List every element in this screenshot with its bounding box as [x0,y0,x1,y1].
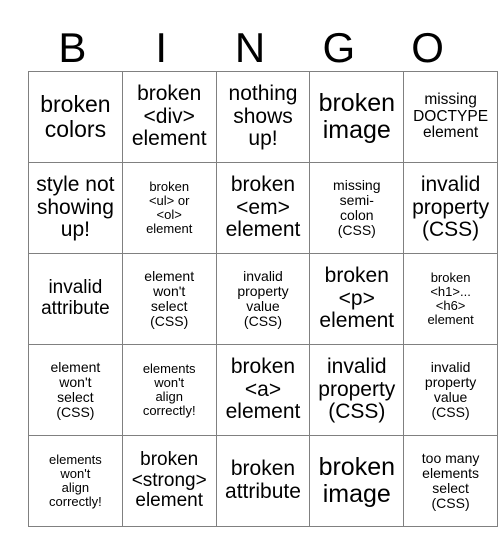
bingo-cell[interactable]: broken <ul> or <ol> element [121,162,217,254]
bingo-cell[interactable]: broken <div> element [121,71,217,163]
bingo-header-letter-n: N [234,24,266,71]
bingo-row: elements won't align correctly! broken <… [28,435,498,527]
bingo-cell-text: invalid property (CSS) [412,172,490,242]
bingo-row: style not showing up! broken <ul> or <ol… [28,162,498,254]
bingo-cell-text: missing DOCTYPE element [413,90,489,142]
bingo-card: B I N G O broken colors broken <div> ele… [28,10,498,527]
bingo-cell[interactable]: element won't select (CSS) [28,344,123,436]
bingo-header-letter-g: G [322,24,356,71]
bingo-cell-text: missing semi- colon (CSS) [333,176,381,239]
bingo-cell-text: nothing shows up! [228,81,298,151]
bingo-cell[interactable]: broken colors [28,71,123,163]
bingo-cell[interactable]: invalid attribute [28,253,123,345]
bingo-cell-text: invalid attribute [41,277,110,319]
bingo-cell[interactable]: too many elements select (CSS) [403,435,498,527]
bingo-cell-text: invalid property (CSS) [318,354,396,424]
bingo-cell[interactable]: invalid property (CSS) [403,162,498,254]
bingo-cell[interactable]: broken <h1>... <h6> element [403,253,498,345]
bingo-header-letter-o: O [411,24,444,71]
bingo-cell[interactable]: elements won't align correctly! [28,435,123,527]
bingo-cell-text: elements won't align correctly! [49,451,102,510]
bingo-cell[interactable]: broken image [309,435,405,527]
bingo-cell[interactable]: broken <a> element [215,344,311,436]
bingo-row: invalid attribute element won't select (… [28,253,498,345]
bingo-header: B I N G O [28,10,472,71]
bingo-cell-text: style not showing up! [36,172,115,242]
bingo-cell-text: invalid property value (CSS) [237,267,289,330]
bingo-cell-text: broken colors [40,91,111,142]
bingo-cell[interactable]: element won't select (CSS) [121,253,217,345]
bingo-cell-text: element won't select (CSS) [144,267,195,330]
bingo-header-letter-b: B [58,24,87,71]
bingo-cell[interactable]: style not showing up! [28,162,123,254]
bingo-cell[interactable]: invalid property value (CSS) [215,253,311,345]
bingo-cell-text: broken <p> element [319,263,395,333]
bingo-cell-text: broken <em> element [225,172,301,242]
bingo-row: element won't select (CSS) elements won'… [28,344,498,436]
bingo-cell[interactable]: invalid property value (CSS) [403,344,498,436]
bingo-cell[interactable]: broken <strong> element [121,435,217,527]
bingo-cell-text: elements won't align correctly! [142,360,196,419]
bingo-cell-text: broken <strong> element [131,449,207,512]
bingo-cell-text: broken <h1>... <h6> element [427,269,474,328]
bingo-cell-text: broken image [318,453,396,508]
bingo-header-letter-i: I [155,24,168,71]
bingo-cell[interactable]: broken attribute [215,435,311,527]
bingo-cell-text: too many elements select (CSS) [421,449,480,512]
bingo-grid: broken colors broken <div> element nothi… [28,71,498,527]
bingo-cell-text: broken attribute [225,457,301,503]
bingo-cell-text: broken <ul> or <ol> element [146,178,193,237]
bingo-row: broken colors broken <div> element nothi… [28,71,498,163]
bingo-cell[interactable]: nothing shows up! [215,71,311,163]
bingo-cell[interactable]: missing semi- colon (CSS) [309,162,405,254]
bingo-cell[interactable]: broken image [309,71,405,163]
bingo-cell[interactable]: broken <em> element [215,162,311,254]
bingo-cell-text: broken <div> element [131,81,207,151]
bingo-cell[interactable]: broken <p> element [309,253,405,345]
bingo-cell-text: broken image [318,89,396,144]
bingo-cell-text: invalid property value (CSS) [424,358,477,421]
bingo-cell[interactable]: invalid property (CSS) [309,344,405,436]
bingo-cell[interactable]: missing DOCTYPE element [403,71,498,163]
bingo-cell[interactable]: elements won't align correctly! [121,344,217,436]
bingo-cell-text: element won't select (CSS) [50,358,101,421]
bingo-cell-text: broken <a> element [225,354,301,424]
